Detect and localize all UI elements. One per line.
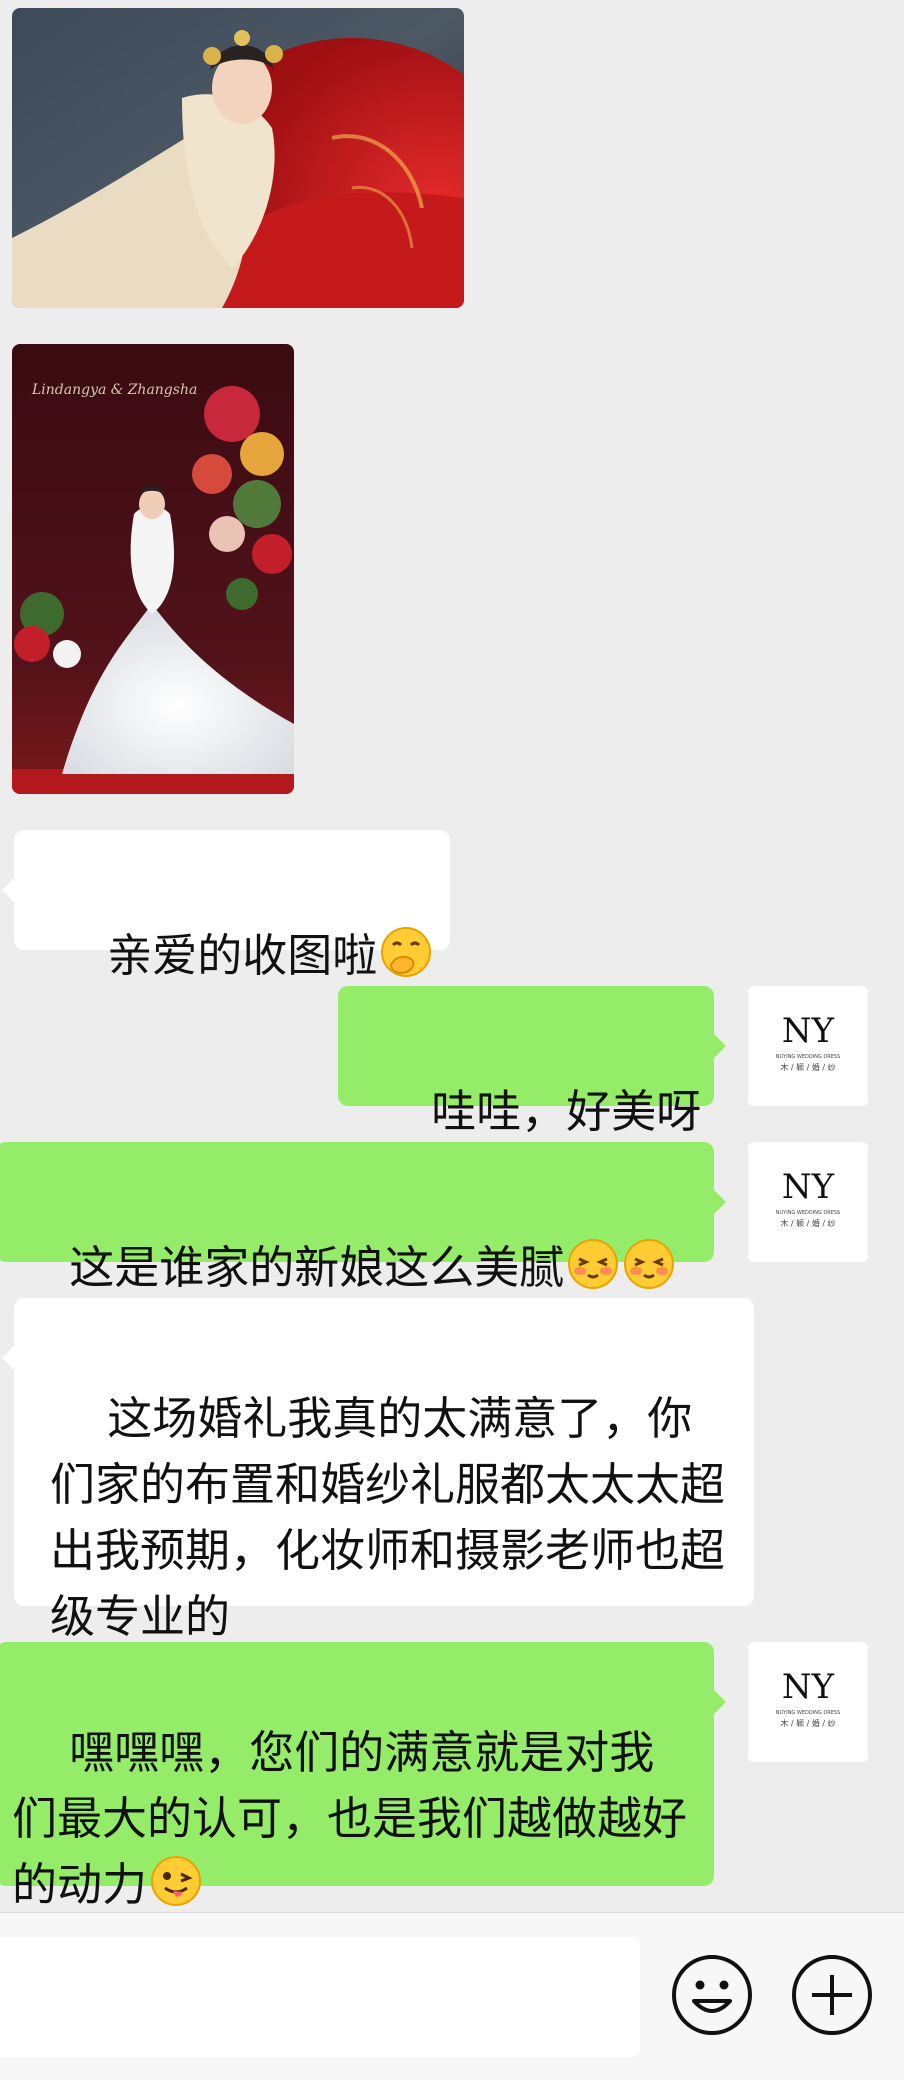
brand-avatar[interactable]: NY NUYING WEDDING DRESS 木 / 颖 / 婚 / 纱: [748, 1142, 868, 1262]
brand-avatar[interactable]: NY NUYING WEDDING DRESS 木 / 颖 / 婚 / 纱: [748, 986, 868, 1106]
message-text: 这是谁家的新娘这么美腻: [69, 1241, 565, 1294]
chat-area[interactable]: Lindangya & Zhangsha 亲爱的收图啦 哇哇，好美呀 NY NU…: [0, 0, 904, 1912]
chat-input-bar: [0, 1912, 904, 2080]
message-bubble-sent[interactable]: 这是谁家的新娘这么美腻: [0, 1142, 726, 1294]
svg-text:NUYING WEDDING DRESS: NUYING WEDDING DRESS: [776, 1054, 840, 1060]
shy-flushed-emoji: [568, 1239, 619, 1289]
svg-text:木 / 颖 / 婚 / 纱: 木 / 颖 / 婚 / 纱: [780, 1062, 835, 1072]
brand-avatar[interactable]: NY NUYING WEDDING DRESS 木 / 颖 / 婚 / 纱: [748, 1642, 868, 1762]
wedding-photo-2[interactable]: Lindangya & Zhangsha: [12, 344, 294, 794]
shy-flushed-emoji: [624, 1239, 675, 1289]
brand-logo-icon: NY NUYING WEDDING DRESS 木 / 颖 / 婚 / 纱: [776, 1011, 840, 1072]
winking-tongue-emoji: [151, 1856, 202, 1906]
message-text: 亲爱的收图啦: [107, 929, 378, 982]
svg-text:NY: NY: [782, 1167, 835, 1207]
svg-text:NY: NY: [782, 1667, 835, 1707]
wedding-photo-2-image: Lindangya & Zhangsha: [12, 344, 294, 794]
message-bubble-received[interactable]: 亲爱的收图啦: [2, 830, 450, 982]
photo-script-text: Lindangya & Zhangsha: [31, 382, 197, 398]
message-bubble-received[interactable]: 这场婚礼我真的太满意了，你们家的布置和婚纱礼服都太太太超出我预期，化妆师和摄影老…: [2, 1298, 754, 1643]
hand-over-mouth-emoji: [381, 927, 432, 977]
svg-text:NY: NY: [782, 1011, 835, 1051]
svg-text:NUYING WEDDING DRESS: NUYING WEDDING DRESS: [776, 1710, 840, 1716]
message-text: 这场婚礼我真的太满意了，你们家的布置和婚纱礼服都太太太超出我预期，化妆师和摄影老…: [50, 1392, 726, 1643]
more-functions-button[interactable]: [790, 1953, 874, 2037]
message-bubble-sent[interactable]: 嘿嘿嘿，您们的满意就是对我们最大的认可，也是我们越做越好的动力: [0, 1642, 726, 1911]
message-bubble-sent[interactable]: 哇哇，好美呀: [338, 986, 726, 1138]
message-text: 哇哇，好美呀: [431, 1085, 702, 1138]
emoji-button[interactable]: [670, 1953, 754, 2037]
svg-text:木 / 颖 / 婚 / 纱: 木 / 颖 / 婚 / 纱: [780, 1718, 835, 1728]
brand-logo-icon: NY NUYING WEDDING DRESS 木 / 颖 / 婚 / 纱: [776, 1167, 840, 1228]
brand-logo-icon: NY NUYING WEDDING DRESS 木 / 颖 / 婚 / 纱: [776, 1667, 840, 1728]
svg-text:木 / 颖 / 婚 / 纱: 木 / 颖 / 婚 / 纱: [780, 1218, 835, 1228]
plus-circle-icon: [792, 1955, 872, 2035]
message-input[interactable]: [0, 1937, 640, 2057]
svg-text:NUYING WEDDING DRESS: NUYING WEDDING DRESS: [776, 1210, 840, 1216]
wedding-photo-1-image: [12, 8, 464, 308]
smiley-face-icon: [672, 1955, 752, 2035]
wedding-photo-1[interactable]: [12, 8, 464, 308]
message-text: 嘿嘿嘿，您们的满意就是对我们最大的认可，也是我们越做越好的动力: [12, 1726, 688, 1911]
